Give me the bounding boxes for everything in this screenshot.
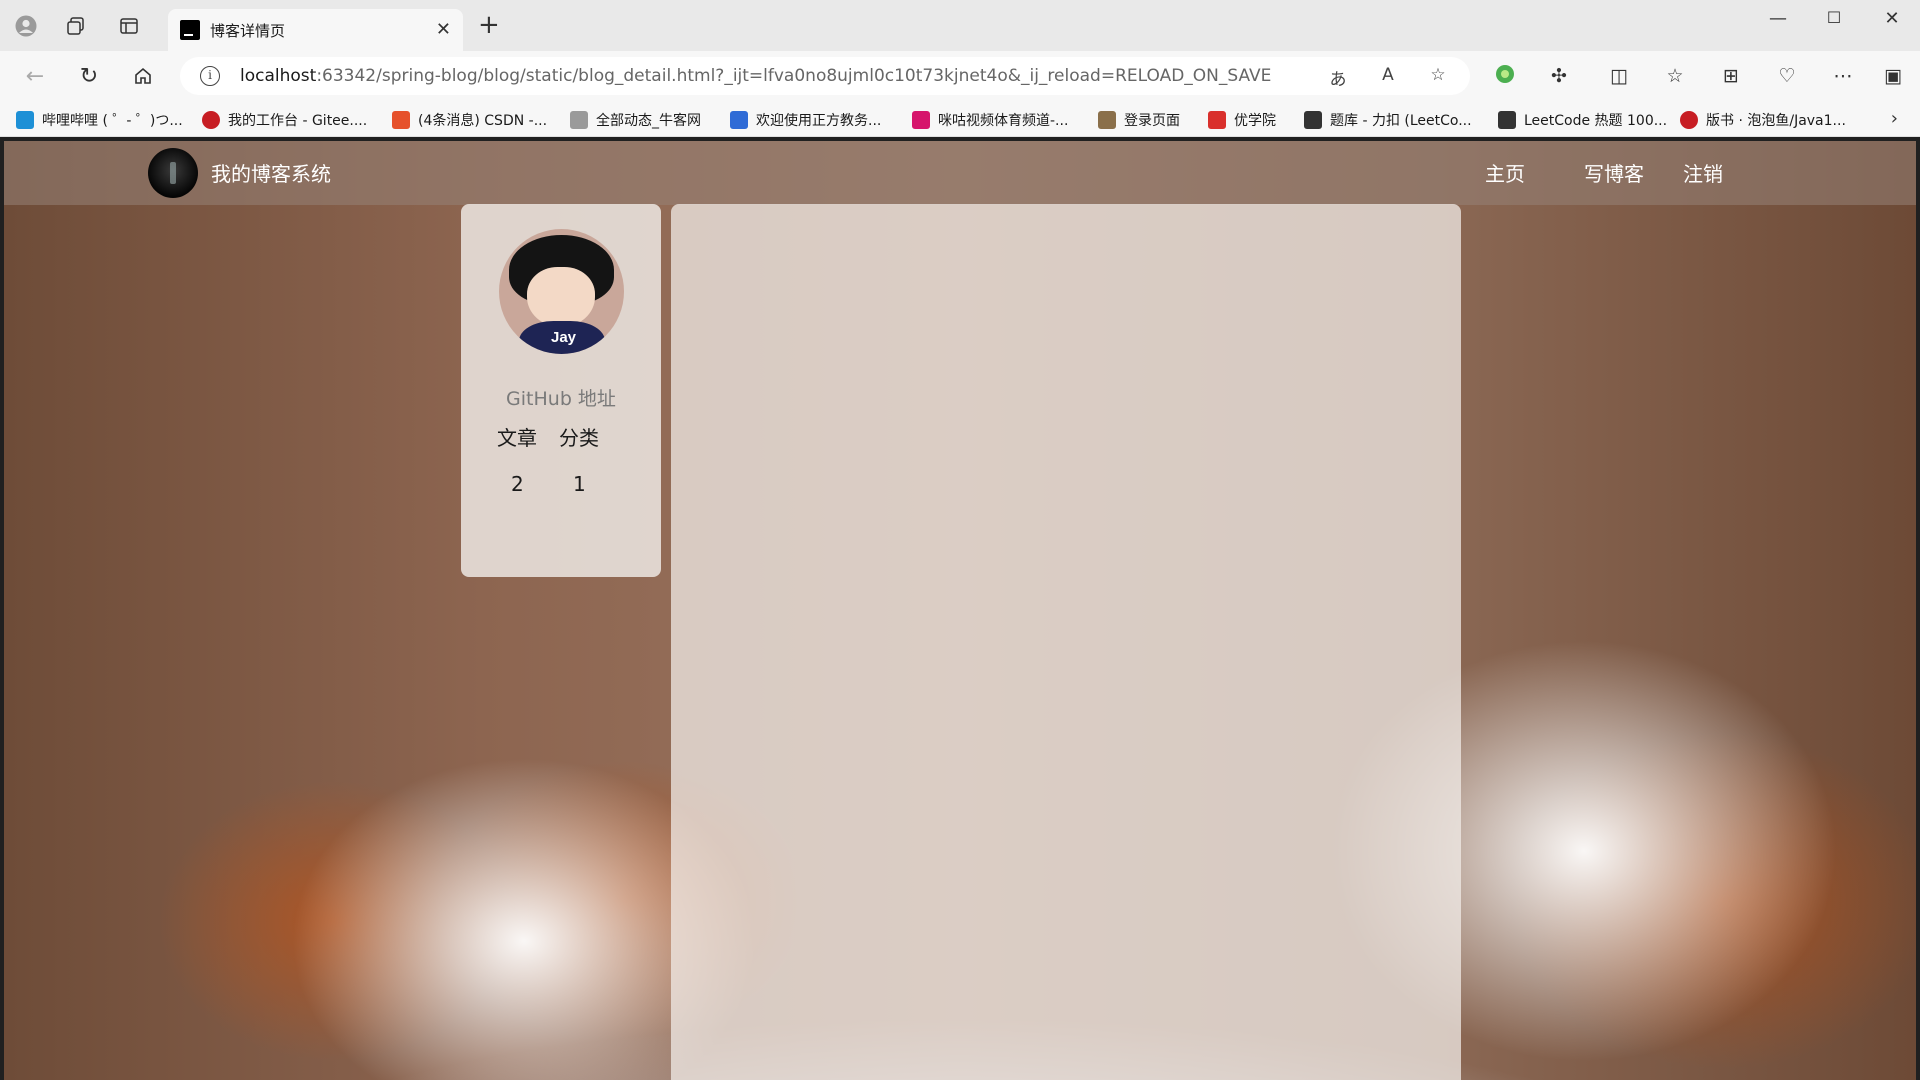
tab-actions-icon[interactable] — [117, 14, 141, 38]
bookmark-jiaowu[interactable]: 欢迎使用正方教务... — [730, 109, 881, 131]
bookmark-migu[interactable]: 咪咕视频体育频道-... — [912, 109, 1068, 131]
close-tab-icon[interactable]: ✕ — [436, 19, 451, 40]
nowcoder-icon — [570, 111, 588, 129]
avatar-text: Jay — [551, 329, 577, 346]
sidebar-toggle-icon[interactable]: ▣ — [1880, 64, 1906, 88]
leetcode-icon — [1304, 111, 1322, 129]
site-title: 我的博客系统 — [211, 162, 331, 186]
page-viewport: 我的博客系统 主页 写博客 注销 Jay GitHub 地址 文章 分类 2 1 — [4, 141, 1916, 1080]
bookmark-label: 版书 · 泡泡鱼/Java1... — [1706, 113, 1846, 129]
blog-content-card — [671, 204, 1461, 1080]
profile-card: Jay GitHub 地址 文章 分类 2 1 — [461, 204, 661, 577]
avatar: Jay — [499, 229, 624, 354]
ulearning-icon — [1208, 111, 1226, 129]
bookmark-label: 登录页面 — [1124, 113, 1180, 129]
read-aloud-icon[interactable]: A — [1376, 65, 1400, 87]
collections-icon[interactable]: ⊞ — [1718, 64, 1744, 88]
maximize-icon[interactable]: ☐ — [1814, 8, 1854, 36]
nav-home-link[interactable]: 主页 — [1485, 158, 1525, 187]
browser-essentials-icon[interactable]: ♡ — [1774, 64, 1800, 88]
extensions-icon[interactable]: ✣ — [1546, 64, 1572, 88]
bookmark-csdn[interactable]: (4条消息) CSDN -... — [392, 109, 547, 131]
address-bar[interactable]: i localhost:63342/spring-blog/blog/stati… — [180, 57, 1470, 95]
chevron-right-icon[interactable]: › — [1891, 108, 1898, 129]
bookmark-leetcode-cn[interactable]: 题库 - 力扣 (LeetCo... — [1304, 109, 1472, 131]
bookmark-gitee[interactable]: 我的工作台 - Gitee.... — [202, 109, 367, 131]
bookmark-label: 题库 - 力扣 (LeetCo... — [1330, 113, 1472, 129]
bookmark-ulearning[interactable]: 优学院 — [1208, 109, 1276, 131]
bilibili-icon — [16, 111, 34, 129]
bookmark-login-page[interactable]: 登录页面 — [1098, 109, 1180, 131]
home-icon[interactable] — [128, 62, 158, 90]
bookmark-leetcode-hot[interactable]: LeetCode 热题 100... — [1498, 109, 1667, 131]
extension-green-icon[interactable] — [1492, 64, 1518, 88]
bookmark-label: 欢迎使用正方教务... — [756, 113, 882, 129]
workspaces-icon[interactable] — [64, 14, 88, 38]
articles-label: 文章 — [497, 426, 537, 450]
avatar-face — [527, 267, 595, 327]
bookmarks-bar: 哔哩哔哩 ( ゜- ゜)つ... 我的工作台 - Gitee.... (4条消息… — [0, 101, 1920, 137]
minimize-icon[interactable]: — — [1758, 8, 1798, 36]
address-url[interactable]: localhost:63342/spring-blog/blog/static/… — [240, 66, 1271, 86]
reload-icon[interactable]: ↻ — [74, 62, 104, 90]
categories-label: 分类 — [559, 426, 599, 450]
translate-icon[interactable]: あ — [1326, 65, 1350, 90]
bookmark-label: 咪咕视频体育频道-... — [938, 113, 1069, 129]
site-logo — [148, 148, 198, 198]
back-icon[interactable]: ← — [20, 62, 50, 90]
bookmark-label: 哔哩哔哩 ( ゜- ゜)つ... — [42, 113, 183, 129]
jiaowu-icon — [730, 111, 748, 129]
bookmark-label: (4条消息) CSDN -... — [418, 113, 548, 129]
tab-favicon-icon — [180, 20, 200, 40]
bookmark-bilibili[interactable]: 哔哩哔哩 ( ゜- ゜)つ... — [16, 109, 183, 131]
csdn-icon — [392, 111, 410, 129]
favorites-icon[interactable]: ☆ — [1662, 64, 1688, 88]
nav-write-link[interactable]: 写博客 — [1584, 158, 1644, 187]
github-link[interactable]: GitHub 地址 — [461, 384, 661, 411]
bookmark-java-repo[interactable]: 版书 · 泡泡鱼/Java1... — [1680, 109, 1846, 131]
gitee-icon — [1680, 111, 1698, 129]
tab-title: 博客详情页 — [210, 22, 286, 40]
favorite-star-icon[interactable]: ☆ — [1426, 65, 1450, 87]
login-page-icon — [1098, 111, 1116, 129]
articles-count: 2 — [511, 472, 524, 496]
browser-toolbar: ← ↻ i localhost:63342/spring-blog/blog/s… — [0, 51, 1920, 101]
bookmark-label: 我的工作台 - Gitee.... — [228, 113, 368, 129]
bookmark-label: LeetCode 热题 100... — [1524, 113, 1668, 129]
nav-logout-link[interactable]: 注销 — [1683, 158, 1723, 187]
browser-tab-bar: 博客详情页 ✕ + — ☐ ✕ — [0, 0, 1920, 51]
split-screen-icon[interactable]: ◫ — [1606, 64, 1632, 88]
migu-icon — [912, 111, 930, 129]
bookmark-label: 全部动态_牛客网 — [596, 113, 701, 129]
close-window-icon[interactable]: ✕ — [1872, 8, 1912, 36]
site-header: 我的博客系统 主页 写博客 注销 — [4, 141, 1916, 205]
profile-icon[interactable] — [14, 14, 38, 38]
categories-count: 1 — [573, 472, 586, 496]
active-tab[interactable]: 博客详情页 ✕ — [168, 9, 463, 51]
gitee-icon — [202, 111, 220, 129]
bookmark-label: 优学院 — [1234, 113, 1276, 129]
site-info-icon[interactable]: i — [200, 66, 220, 86]
more-menu-icon[interactable]: ⋯ — [1830, 64, 1856, 88]
leetcode-icon — [1498, 111, 1516, 129]
new-tab-icon[interactable]: + — [478, 12, 500, 38]
bookmark-nowcoder[interactable]: 全部动态_牛客网 — [570, 109, 701, 131]
